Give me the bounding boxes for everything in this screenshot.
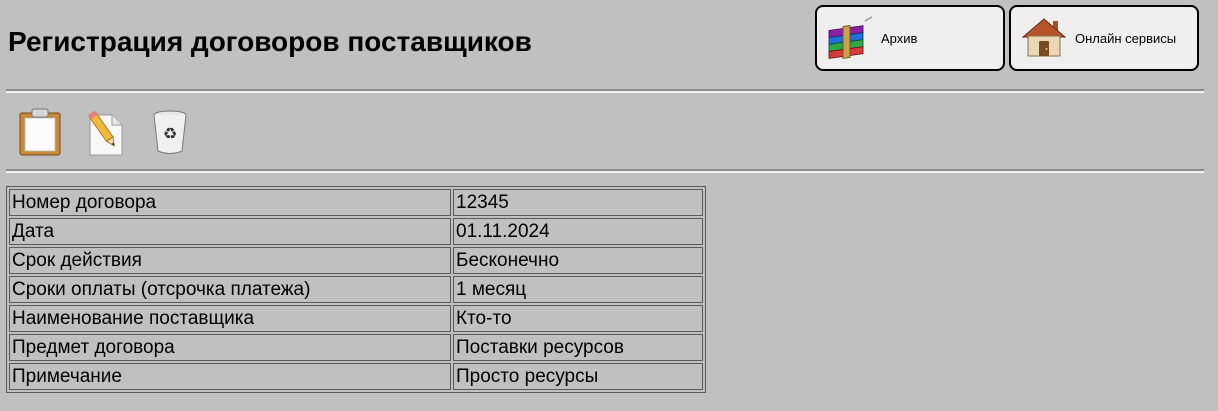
table-row: Наименование поставщика Кто-то xyxy=(9,305,703,332)
row-label: Сроки оплаты (отсрочка платежа) xyxy=(9,276,451,303)
divider-bottom xyxy=(6,169,1204,173)
archive-button-label: Архив xyxy=(881,30,918,46)
row-label: Предмет договора xyxy=(9,334,451,361)
table-row: Сроки оплаты (отсрочка платежа) 1 месяц xyxy=(9,276,703,303)
clipboard-button[interactable] xyxy=(16,108,64,160)
divider-top xyxy=(6,89,1204,93)
edit-button[interactable] xyxy=(84,108,126,160)
row-label: Примечание xyxy=(9,363,451,390)
row-value: 1 месяц xyxy=(453,276,703,303)
contract-details-table: Номер договора 12345 Дата 01.11.2024 Сро… xyxy=(6,186,706,393)
archive-button[interactable]: Архив xyxy=(815,5,1005,71)
table-row: Предмет договора Поставки ресурсов xyxy=(9,334,703,361)
row-value: 01.11.2024 xyxy=(453,218,703,245)
table-row: Номер договора 12345 xyxy=(9,189,703,216)
row-value: Просто ресурсы xyxy=(453,363,703,390)
house-icon xyxy=(1019,15,1069,61)
row-label: Срок действия xyxy=(9,247,451,274)
row-value: Поставки ресурсов xyxy=(453,334,703,361)
page-title: Регистрация договоров поставщиков xyxy=(8,26,532,57)
online-services-button-label: Онлайн сервисы xyxy=(1075,30,1177,46)
winrar-archive-icon xyxy=(825,15,875,61)
table-row: Срок действия Бесконечно xyxy=(9,247,703,274)
row-label: Дата xyxy=(9,218,451,245)
online-services-button[interactable]: Онлайн сервисы xyxy=(1009,5,1199,71)
row-label: Номер договора xyxy=(9,189,451,216)
recycle-bin-icon: ♻ xyxy=(150,107,190,162)
edit-pencil-document-icon xyxy=(84,107,126,162)
row-label: Наименование поставщика xyxy=(9,305,451,332)
toolbar: ♻ xyxy=(16,108,194,160)
row-value: Кто-то xyxy=(453,305,703,332)
row-value: Бесконечно xyxy=(453,247,703,274)
table-row: Дата 01.11.2024 xyxy=(9,218,703,245)
table-row: Примечание Просто ресурсы xyxy=(9,363,703,390)
delete-button[interactable]: ♻ xyxy=(146,108,194,160)
svg-text:♻: ♻ xyxy=(163,124,177,143)
row-value: 12345 xyxy=(453,189,703,216)
clipboard-icon xyxy=(18,107,62,162)
